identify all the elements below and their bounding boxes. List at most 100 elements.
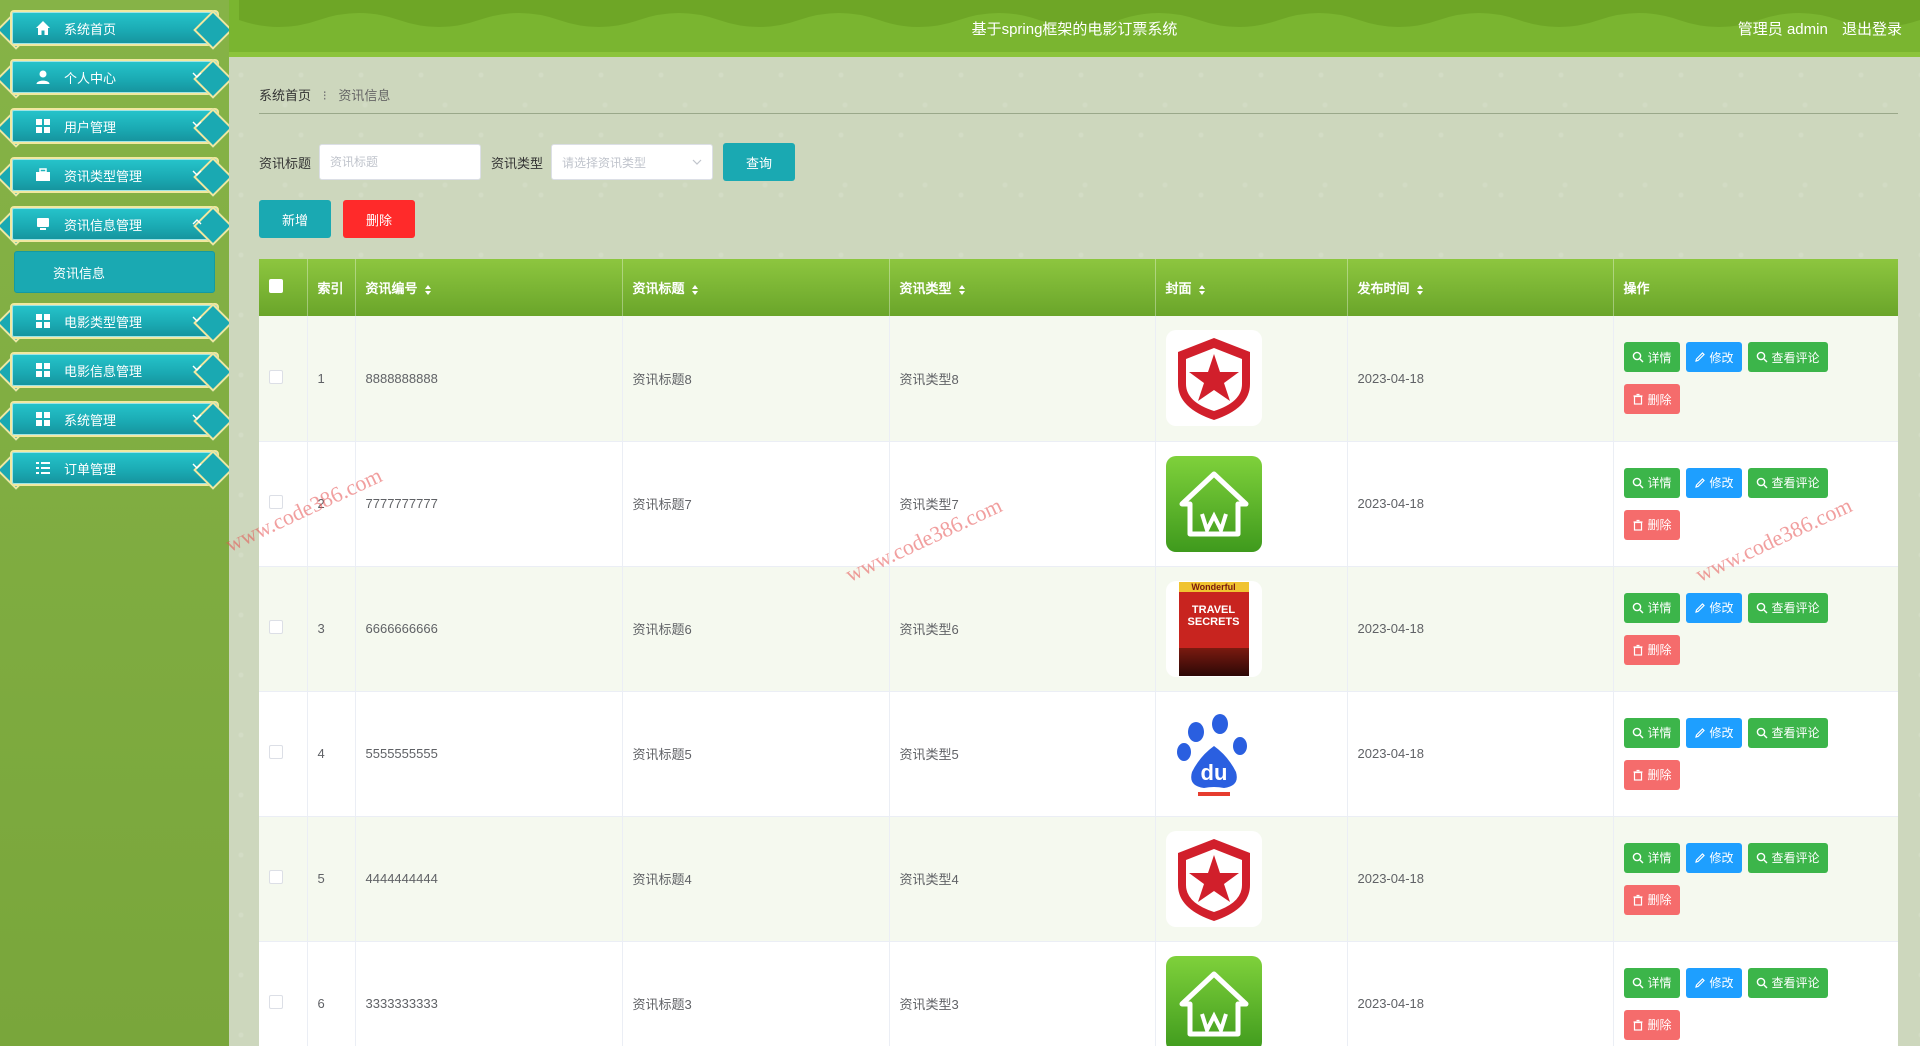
sidebar-item-label: 订单管理 bbox=[64, 461, 117, 477]
row-actions-line: 删除 bbox=[1623, 634, 1898, 665]
detail-button[interactable]: 详情 bbox=[1623, 467, 1680, 498]
row-checkbox[interactable] bbox=[269, 369, 283, 384]
edit-button[interactable]: 修改 bbox=[1685, 592, 1742, 623]
detail-button[interactable]: 详情 bbox=[1623, 717, 1680, 748]
sidebar-item-label: 电影信息管理 bbox=[64, 363, 143, 379]
chevron-down-icon bbox=[692, 159, 702, 165]
list-icon bbox=[34, 459, 52, 477]
travel-book-cover: Wonderful TRAVEL SECRETS bbox=[1165, 580, 1262, 677]
edit-button[interactable]: 修改 bbox=[1685, 717, 1742, 748]
top-header: 基于spring框架的电影订票系统 管理员 admin 退出登录 bbox=[229, 0, 1920, 57]
edit-button[interactable]: 修改 bbox=[1685, 967, 1742, 998]
row-select-cell[interactable] bbox=[259, 441, 308, 567]
cell-time: 2023-04-18 bbox=[1347, 566, 1614, 692]
home-icon bbox=[34, 19, 52, 37]
column-header-number[interactable]: 资讯编号 bbox=[355, 259, 623, 316]
view-comments-button[interactable]: 查看评论 bbox=[1747, 842, 1828, 873]
column-header-label: 资讯标题 bbox=[632, 281, 685, 296]
search-icon bbox=[1632, 602, 1643, 613]
edit-button-label: 修改 bbox=[1709, 726, 1734, 740]
column-header-type[interactable]: 资讯类型 bbox=[889, 259, 1156, 316]
sidebar-item-movie-types[interactable]: 电影类型管理 bbox=[0, 299, 229, 343]
row-checkbox[interactable] bbox=[269, 870, 283, 884]
type-select[interactable]: 请选择资讯类型 bbox=[551, 144, 714, 180]
search-icon bbox=[1756, 477, 1768, 488]
view-comments-button[interactable]: 查看评论 bbox=[1747, 717, 1828, 748]
row-select-cell[interactable] bbox=[259, 566, 308, 692]
edit-button[interactable]: 修改 bbox=[1685, 467, 1742, 498]
sidebar-item-users[interactable]: 用户管理 bbox=[0, 104, 229, 148]
delete-row-button[interactable]: 删除 bbox=[1623, 384, 1680, 415]
chevron-up-icon bbox=[192, 219, 202, 225]
select-all-cell[interactable] bbox=[259, 259, 308, 316]
row-checkbox[interactable] bbox=[269, 745, 283, 759]
logout-link[interactable]: 退出登录 bbox=[1842, 21, 1902, 38]
row-checkbox[interactable] bbox=[269, 620, 283, 634]
row-actions-line: 删除 bbox=[1623, 884, 1898, 915]
search-icon bbox=[1756, 602, 1768, 613]
detail-button[interactable]: 详情 bbox=[1623, 342, 1680, 373]
edit-button-label: 修改 bbox=[1709, 476, 1734, 490]
view-comments-button[interactable]: 查看评论 bbox=[1747, 592, 1828, 623]
cell-number: 8888888888 bbox=[355, 316, 623, 442]
detail-button[interactable]: 详情 bbox=[1623, 842, 1680, 873]
cell-title: 资讯标题7 bbox=[622, 441, 890, 567]
edit-button[interactable]: 修改 bbox=[1685, 842, 1742, 873]
chevron-down-icon bbox=[192, 121, 202, 127]
column-header-title[interactable]: 资讯标题 bbox=[622, 259, 890, 316]
row-select-cell[interactable] bbox=[259, 691, 308, 817]
delete-row-button[interactable]: 删除 bbox=[1623, 884, 1680, 915]
sidebar-item-system[interactable]: 系统管理 bbox=[0, 397, 229, 441]
sort-icon[interactable] bbox=[1416, 284, 1424, 296]
cell-title: 资讯标题6 bbox=[622, 566, 890, 692]
row-checkbox[interactable] bbox=[269, 995, 283, 1009]
row-select-cell[interactable] bbox=[259, 816, 308, 942]
red-star-logo bbox=[1165, 830, 1262, 927]
sidebar-item-news-types[interactable]: 资讯类型管理 bbox=[0, 153, 229, 197]
cell-time: 2023-04-18 bbox=[1347, 816, 1614, 942]
sort-icon[interactable] bbox=[691, 284, 699, 296]
row-checkbox[interactable] bbox=[269, 495, 283, 509]
sidebar-subitem-news-info[interactable]: 资讯信息 bbox=[14, 251, 215, 293]
sort-icon[interactable] bbox=[958, 284, 966, 296]
sidebar-item-home[interactable]: 系统首页 bbox=[0, 6, 229, 50]
sidebar-item-orders[interactable]: 订单管理 bbox=[0, 446, 229, 490]
query-button[interactable]: 查询 bbox=[723, 143, 796, 181]
select-all-checkbox[interactable] bbox=[269, 279, 283, 293]
sort-icon[interactable] bbox=[424, 284, 432, 296]
chevron-down-icon bbox=[192, 414, 202, 420]
breadcrumb-home[interactable]: 系统首页 bbox=[259, 88, 311, 103]
sort-icon[interactable] bbox=[1198, 284, 1206, 296]
sidebar-item-label: 系统管理 bbox=[64, 412, 117, 428]
search-icon bbox=[1632, 977, 1643, 988]
sidebar-item-news-info[interactable]: 资讯信息管理 bbox=[0, 202, 229, 246]
view-comments-button[interactable]: 查看评论 bbox=[1747, 342, 1828, 373]
title-search-input[interactable] bbox=[319, 144, 482, 180]
detail-button[interactable]: 详情 bbox=[1623, 592, 1680, 623]
edit-button[interactable]: 修改 bbox=[1685, 342, 1742, 373]
delete-row-button[interactable]: 删除 bbox=[1623, 634, 1680, 665]
delete-row-button-label: 删除 bbox=[1647, 518, 1672, 532]
action-bar: 新增 删除 bbox=[259, 200, 427, 238]
sidebar-item-label: 资讯信息管理 bbox=[64, 217, 143, 233]
row-select-cell[interactable] bbox=[259, 316, 308, 442]
add-button[interactable]: 新增 bbox=[259, 200, 331, 238]
view-comments-button[interactable]: 查看评论 bbox=[1747, 967, 1828, 998]
delete-row-button[interactable]: 删除 bbox=[1623, 759, 1680, 790]
delete-row-button[interactable]: 删除 bbox=[1623, 1009, 1680, 1040]
column-header-label: 发布时间 bbox=[1357, 281, 1410, 296]
chevron-down-icon bbox=[192, 463, 202, 469]
cell-type: 资讯类型7 bbox=[889, 441, 1156, 567]
sidebar-item-movie-info[interactable]: 电影信息管理 bbox=[0, 348, 229, 392]
batch-delete-button[interactable]: 删除 bbox=[343, 200, 415, 238]
delete-row-button[interactable]: 删除 bbox=[1623, 509, 1680, 540]
detail-button[interactable]: 详情 bbox=[1623, 967, 1680, 998]
cell-cover bbox=[1155, 941, 1348, 1046]
baidu-logo: du bbox=[1165, 705, 1262, 802]
row-select-cell[interactable] bbox=[259, 941, 308, 1046]
column-header-cover[interactable]: 封面 bbox=[1155, 259, 1348, 316]
sidebar-item-profile[interactable]: 个人中心 bbox=[0, 55, 229, 99]
trash-icon bbox=[1633, 519, 1642, 531]
column-header-time[interactable]: 发布时间 bbox=[1347, 259, 1614, 316]
view-comments-button[interactable]: 查看评论 bbox=[1747, 467, 1828, 498]
